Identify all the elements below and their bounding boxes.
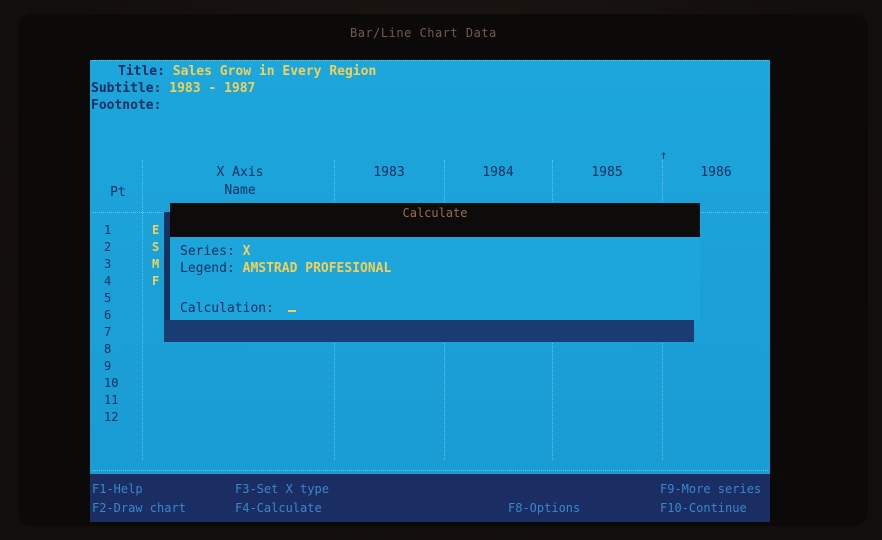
- row-number: 5: [104, 291, 112, 305]
- year-column-1985[interactable]: 1985: [554, 165, 660, 180]
- name-column-subheader: Name: [224, 183, 256, 198]
- row-number: 3: [104, 257, 112, 271]
- grid-bottom-separator: [92, 470, 768, 471]
- year-column-1983[interactable]: 1983: [336, 165, 442, 180]
- pt-column-header: Pt: [110, 185, 126, 200]
- row-number: 6: [104, 308, 112, 322]
- legend-label: Legend:: [180, 261, 235, 276]
- row-number: 9: [104, 359, 112, 373]
- title-label: Title:: [118, 64, 165, 79]
- footnote-row[interactable]: Footnote:: [91, 98, 161, 113]
- row-number: 12: [104, 410, 119, 424]
- title-field[interactable]: Sales Grow in Every Region: [173, 64, 377, 79]
- series-value[interactable]: X: [243, 244, 251, 259]
- column-marker-icon: ↑: [660, 148, 668, 162]
- calculation-label: Calculation:: [180, 301, 274, 316]
- f2-draw-chart-key[interactable]: F2-Draw chart: [92, 501, 186, 515]
- grid-line-v1: [142, 160, 143, 460]
- subtitle-label: Subtitle:: [91, 81, 162, 96]
- row-name-cell[interactable]: E: [152, 223, 159, 237]
- row-number: 1: [104, 223, 112, 237]
- series-row: Series: X: [180, 244, 250, 259]
- f9-more-series-key[interactable]: F9-More series: [660, 482, 761, 496]
- header-separator: [92, 60, 768, 61]
- footnote-label: Footnote:: [91, 98, 162, 113]
- title-row[interactable]: Title: Sales Grow in Every Region: [118, 64, 376, 79]
- f3-set-x-type-key[interactable]: F3-Set X type: [235, 482, 329, 496]
- row-number: 2: [104, 240, 112, 254]
- row-name-cell[interactable]: S: [152, 240, 159, 254]
- window-title: Bar/Line Chart Data: [350, 26, 497, 40]
- row-name-cell[interactable]: M: [152, 257, 159, 271]
- row-name-cell[interactable]: F: [152, 274, 159, 288]
- f8-options-key[interactable]: F8-Options: [508, 501, 580, 515]
- series-label: Series:: [180, 244, 235, 259]
- f10-continue-key[interactable]: F10-Continue: [660, 501, 747, 515]
- legend-row: Legend: AMSTRAD PROFESIONAL: [180, 261, 391, 276]
- row-number: 11: [104, 393, 119, 407]
- row-number: 10: [104, 376, 119, 390]
- legend-value[interactable]: AMSTRAD PROFESIONAL: [243, 261, 392, 276]
- f4-calculate-key[interactable]: F4-Calculate: [235, 501, 322, 515]
- text-cursor: [287, 310, 296, 312]
- f1-help-key[interactable]: F1-Help: [92, 482, 143, 496]
- dialog-footer-bar: [164, 320, 694, 342]
- year-column-1986[interactable]: 1986: [664, 165, 768, 180]
- row-number: 7: [104, 325, 112, 339]
- calculate-dialog-title: Calculate: [170, 203, 700, 237]
- row-number: 4: [104, 274, 112, 288]
- subtitle-row[interactable]: Subtitle: 1983 - 1987: [91, 81, 255, 96]
- subtitle-field[interactable]: 1983 - 1987: [169, 81, 255, 96]
- x-axis-column-header: X Axis: [216, 165, 264, 180]
- row-number: 8: [104, 342, 112, 356]
- year-column-1984[interactable]: 1984: [446, 165, 550, 180]
- calculation-row: Calculation:: [180, 301, 296, 316]
